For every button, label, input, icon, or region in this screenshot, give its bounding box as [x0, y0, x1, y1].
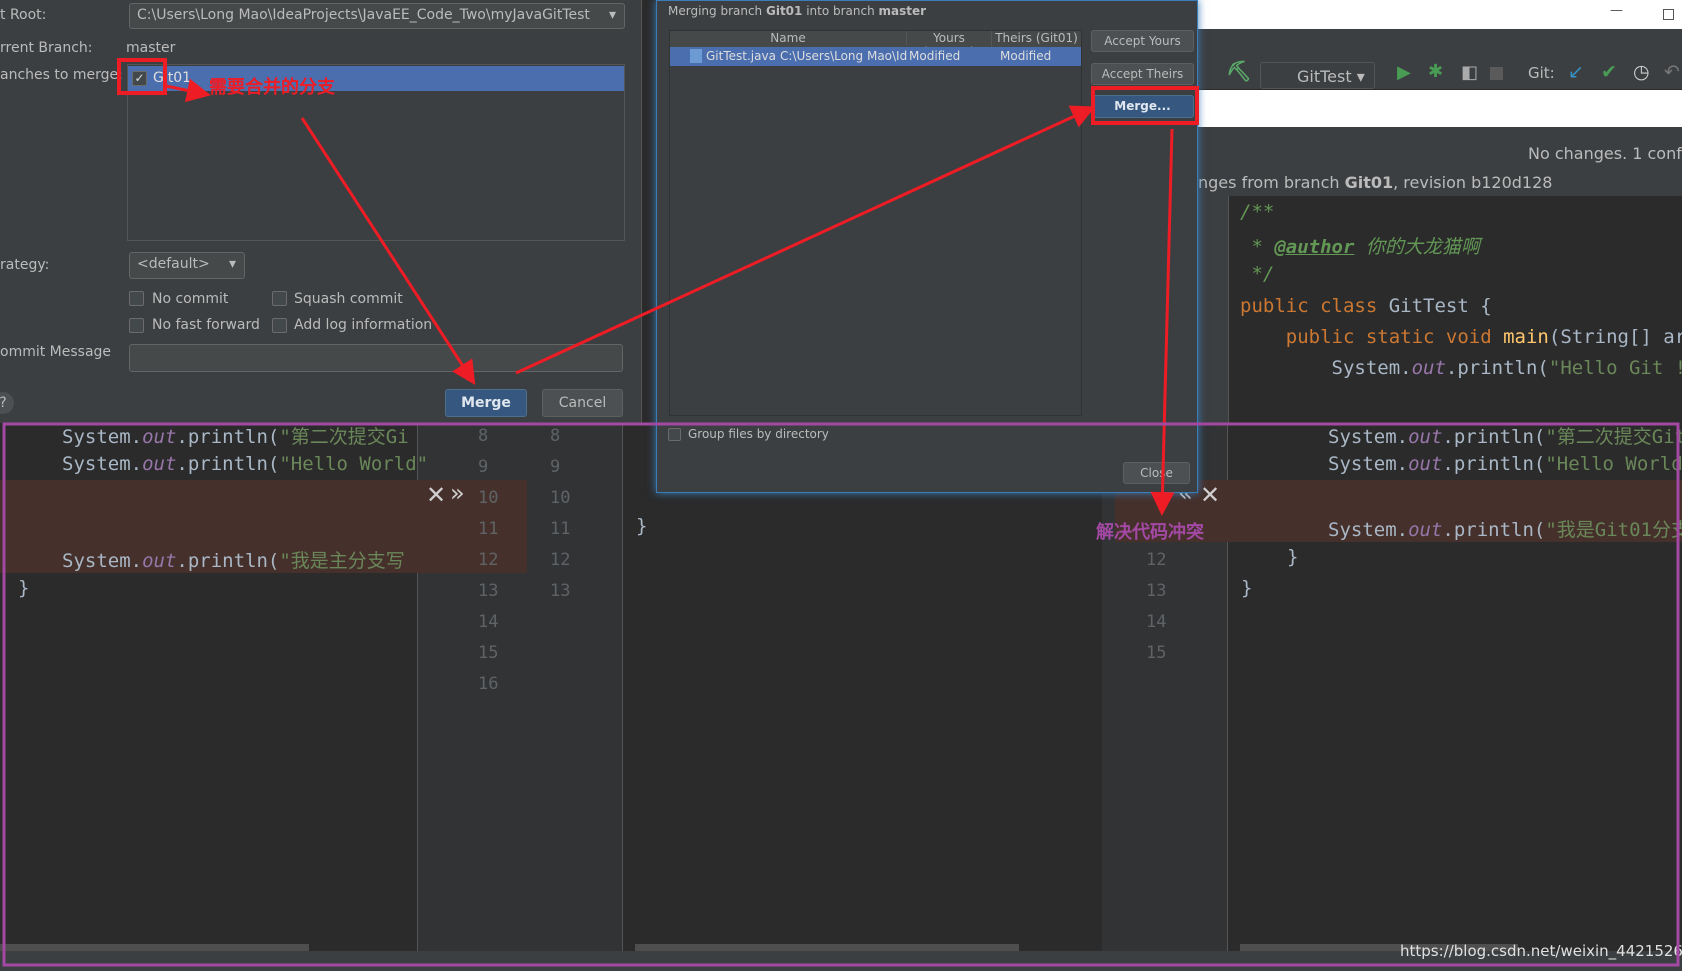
annotation-arrow-3	[515, 105, 1096, 375]
annotation-arrow-4	[1150, 128, 1175, 516]
annotation-layer	[2, 58, 1680, 967]
annotation-resolve-note: 解决代码冲突	[1096, 522, 1204, 543]
annotation-box-checkbox	[117, 58, 167, 95]
annotation-box-diff	[2, 422, 1680, 967]
annotation-box-merge	[1091, 86, 1199, 125]
annotation-arrow-2	[300, 117, 476, 386]
annotation-branch-note: 需要合并的分支	[209, 77, 335, 98]
annotation-arrow-1	[165, 78, 211, 103]
